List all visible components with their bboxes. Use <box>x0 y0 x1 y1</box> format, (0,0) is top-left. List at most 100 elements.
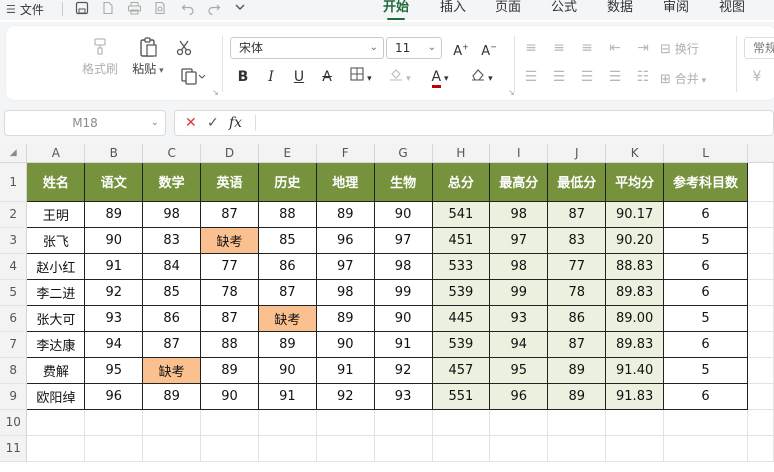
header-cell[interactable]: 平均分 <box>605 161 665 202</box>
tab-review[interactable]: 审阅 <box>663 0 689 18</box>
table-cell[interactable]: 91 <box>373 330 433 358</box>
empty-cell[interactable] <box>747 331 774 358</box>
table-cell[interactable]: 赵小红 <box>26 252 86 280</box>
table-cell[interactable]: 89.83 <box>605 330 665 358</box>
row-header[interactable]: 9 <box>0 383 28 410</box>
empty-cell[interactable] <box>258 409 317 436</box>
table-cell[interactable]: 92 <box>373 356 433 384</box>
table-cell[interactable]: 88 <box>200 330 259 358</box>
table-cell[interactable]: 95 <box>489 356 549 384</box>
align-left-button[interactable]: ☰ <box>520 66 542 88</box>
empty-cell[interactable] <box>489 435 549 462</box>
tab-data[interactable]: 数据 <box>607 0 633 18</box>
header-cell[interactable]: 参考科目数 <box>663 161 748 202</box>
column-header[interactable]: E <box>258 144 317 163</box>
table-cell[interactable]: 88.83 <box>605 252 665 280</box>
column-header[interactable]: B <box>84 144 144 163</box>
strikethrough-button[interactable]: A <box>316 66 338 88</box>
table-cell[interactable]: 张大可 <box>26 304 86 332</box>
empty-cell[interactable] <box>747 253 774 280</box>
empty-cell[interactable] <box>258 435 317 462</box>
table-cell[interactable]: 李二进 <box>26 278 86 306</box>
table-cell[interactable]: 89 <box>315 200 375 228</box>
fill-color-button[interactable]: ▾ <box>384 66 416 88</box>
table-cell[interactable]: 85 <box>142 278 202 306</box>
table-cell[interactable]: 539 <box>431 330 491 358</box>
table-cell[interactable]: 95 <box>84 356 144 384</box>
table-cell[interactable]: 89.83 <box>605 278 665 306</box>
tab-insert[interactable]: 插入 <box>440 0 466 18</box>
merge-button[interactable]: ⊞ 合并 ▾ <box>660 70 722 87</box>
wrap-text-button[interactable]: ⊟ 换行 <box>660 40 716 57</box>
empty-cell[interactable] <box>142 435 202 462</box>
empty-cell[interactable] <box>547 409 607 436</box>
row-header[interactable]: 3 <box>0 227 28 254</box>
font-name-select[interactable]: 宋体 ⌄ <box>230 37 384 59</box>
table-cell[interactable]: 6 <box>663 200 748 228</box>
paste-button[interactable]: 粘贴 ▾ <box>128 36 168 77</box>
table-cell[interactable]: 451 <box>431 226 491 254</box>
empty-cell[interactable] <box>374 409 433 436</box>
row-header[interactable]: 7 <box>0 331 28 358</box>
table-cell[interactable]: 85 <box>257 226 317 254</box>
table-cell[interactable]: 5 <box>663 356 748 384</box>
table-cell[interactable]: 86 <box>257 252 317 280</box>
print-icon[interactable] <box>126 1 142 17</box>
empty-cell[interactable] <box>84 435 144 462</box>
header-cell[interactable]: 姓名 <box>26 161 86 202</box>
empty-cell[interactable] <box>747 357 774 384</box>
table-cell[interactable]: 551 <box>431 382 491 410</box>
empty-cell[interactable] <box>142 409 202 436</box>
align-right-button[interactable]: ☰ <box>576 66 598 88</box>
table-cell[interactable]: 78 <box>547 278 607 306</box>
cancel-icon[interactable]: ✕ <box>185 114 197 132</box>
table-cell[interactable]: 87 <box>547 200 607 228</box>
table-cell[interactable]: 99 <box>489 278 549 306</box>
empty-cell[interactable] <box>489 409 549 436</box>
column-header[interactable]: A <box>26 144 86 163</box>
currency-button[interactable]: ¥ <box>746 66 768 88</box>
table-cell[interactable]: 83 <box>547 226 607 254</box>
table-cell[interactable]: 91 <box>257 382 317 410</box>
formula-input[interactable]: ✕ ✓ fx <box>174 110 774 136</box>
table-cell[interactable]: 90 <box>257 356 317 384</box>
empty-cell[interactable] <box>747 162 774 202</box>
row-header[interactable]: 1 <box>0 162 28 202</box>
table-cell[interactable]: 费解 <box>26 356 86 384</box>
table-cell[interactable]: 6 <box>663 382 748 410</box>
empty-cell[interactable] <box>747 227 774 254</box>
table-cell[interactable]: 90 <box>373 304 433 332</box>
table-cell[interactable]: 5 <box>663 304 748 332</box>
table-cell[interactable]: 94 <box>84 330 144 358</box>
column-header[interactable]: C <box>142 144 202 163</box>
header-cell[interactable]: 最低分 <box>547 161 607 202</box>
table-cell[interactable]: 97 <box>373 226 433 254</box>
table-cell[interactable]: 88 <box>257 200 317 228</box>
table-cell[interactable]: 90.17 <box>605 200 665 228</box>
table-cell[interactable]: 98 <box>489 200 549 228</box>
table-cell[interactable]: 89 <box>257 330 317 358</box>
header-cell[interactable]: 地理 <box>315 161 375 202</box>
decrease-indent-button[interactable]: ⇤ <box>604 37 626 59</box>
table-cell[interactable]: 86 <box>142 304 202 332</box>
font-size-select[interactable]: 11 ⌄ <box>386 37 442 59</box>
table-cell[interactable]: 91.83 <box>605 382 665 410</box>
table-cell[interactable]: 78 <box>200 278 259 306</box>
table-cell[interactable]: 89 <box>315 304 375 332</box>
empty-cell[interactable] <box>605 435 665 462</box>
empty-cell[interactable] <box>747 383 774 410</box>
table-cell[interactable]: 89 <box>142 382 202 410</box>
bold-button[interactable]: B <box>232 66 254 88</box>
header-cell[interactable]: 最高分 <box>489 161 549 202</box>
align-center-button[interactable]: ☰ <box>548 66 570 88</box>
table-cell[interactable]: 91 <box>315 356 375 384</box>
table-cell[interactable]: 5 <box>663 226 748 254</box>
table-cell[interactable]: 96 <box>489 382 549 410</box>
empty-cell[interactable] <box>432 435 491 462</box>
column-header[interactable]: H <box>432 144 491 163</box>
row-header[interactable]: 5 <box>0 279 28 306</box>
table-cell[interactable]: 89 <box>84 200 144 228</box>
column-header[interactable] <box>747 144 774 163</box>
fx-icon[interactable]: fx <box>229 114 242 132</box>
empty-cell[interactable] <box>200 409 259 436</box>
